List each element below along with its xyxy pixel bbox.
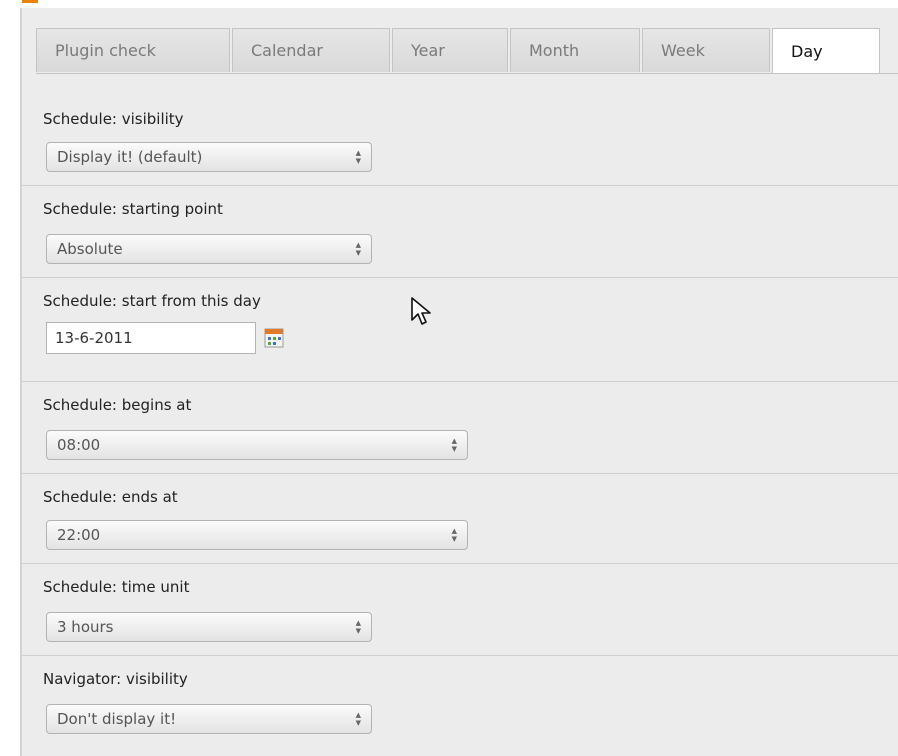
tab-month[interactable]: Month (510, 28, 640, 72)
row-time-unit: Schedule: time unit 3 hours ▲ ▼ (22, 564, 898, 656)
ends-at-select[interactable]: 22:00 ▲ ▼ (46, 520, 468, 550)
select-arrows-icon: ▲ ▼ (355, 149, 361, 165)
select-arrows-icon: ▲ ▼ (451, 527, 457, 543)
accent-mark (22, 0, 38, 3)
select-value: Don't display it! (57, 710, 177, 728)
field-label: Schedule: visibility (43, 110, 184, 128)
field-label: Schedule: time unit (43, 578, 190, 596)
field-label: Navigator: visibility (43, 670, 188, 688)
select-arrows-icon: ▲ ▼ (451, 437, 457, 453)
tab-day[interactable]: Day (772, 28, 880, 74)
row-begins-at: Schedule: begins at 08:00 ▲ ▼ (22, 382, 898, 474)
tab-year[interactable]: Year (392, 28, 508, 72)
mouse-pointer-icon (411, 297, 431, 325)
select-value: Absolute (57, 240, 123, 258)
select-value: Display it! (default) (57, 148, 203, 166)
field-label: Schedule: start from this day (43, 292, 261, 310)
select-value: 3 hours (57, 618, 114, 636)
select-arrows-icon: ▲ ▼ (355, 241, 361, 257)
schedule-visibility-select[interactable]: Display it! (default) ▲ ▼ (46, 142, 372, 172)
starting-point-select[interactable]: Absolute ▲ ▼ (46, 234, 372, 264)
field-label: Schedule: starting point (43, 200, 223, 218)
start-day-input[interactable] (46, 322, 256, 354)
row-navigator-visibility: Navigator: visibility Don't display it! … (22, 656, 898, 756)
begins-at-select[interactable]: 08:00 ▲ ▼ (46, 430, 468, 460)
row-schedule-visibility: Schedule: visibility Display it! (defaul… (22, 98, 898, 186)
tab-bar: Plugin check Calendar Year Month Week Da… (36, 28, 882, 74)
row-start-day: Schedule: start from this day (22, 278, 898, 382)
tab-divider (36, 73, 898, 74)
tab-calendar[interactable]: Calendar (232, 28, 390, 72)
tab-week[interactable]: Week (642, 28, 770, 72)
calendar-icon[interactable] (264, 328, 284, 348)
select-arrows-icon: ▲ ▼ (355, 619, 361, 635)
select-value: 08:00 (57, 436, 101, 454)
select-value: 22:00 (57, 526, 101, 544)
field-label: Schedule: begins at (43, 396, 192, 414)
row-starting-point: Schedule: starting point Absolute ▲ ▼ (22, 186, 898, 278)
select-arrows-icon: ▲ ▼ (355, 711, 361, 727)
time-unit-select[interactable]: 3 hours ▲ ▼ (46, 612, 372, 642)
row-ends-at: Schedule: ends at 22:00 ▲ ▼ (22, 474, 898, 564)
field-label: Schedule: ends at (43, 488, 178, 506)
tab-plugin-check[interactable]: Plugin check (36, 28, 230, 72)
navigator-visibility-select[interactable]: Don't display it! ▲ ▼ (46, 704, 372, 734)
settings-panel: Plugin check Calendar Year Month Week Da… (20, 8, 898, 756)
